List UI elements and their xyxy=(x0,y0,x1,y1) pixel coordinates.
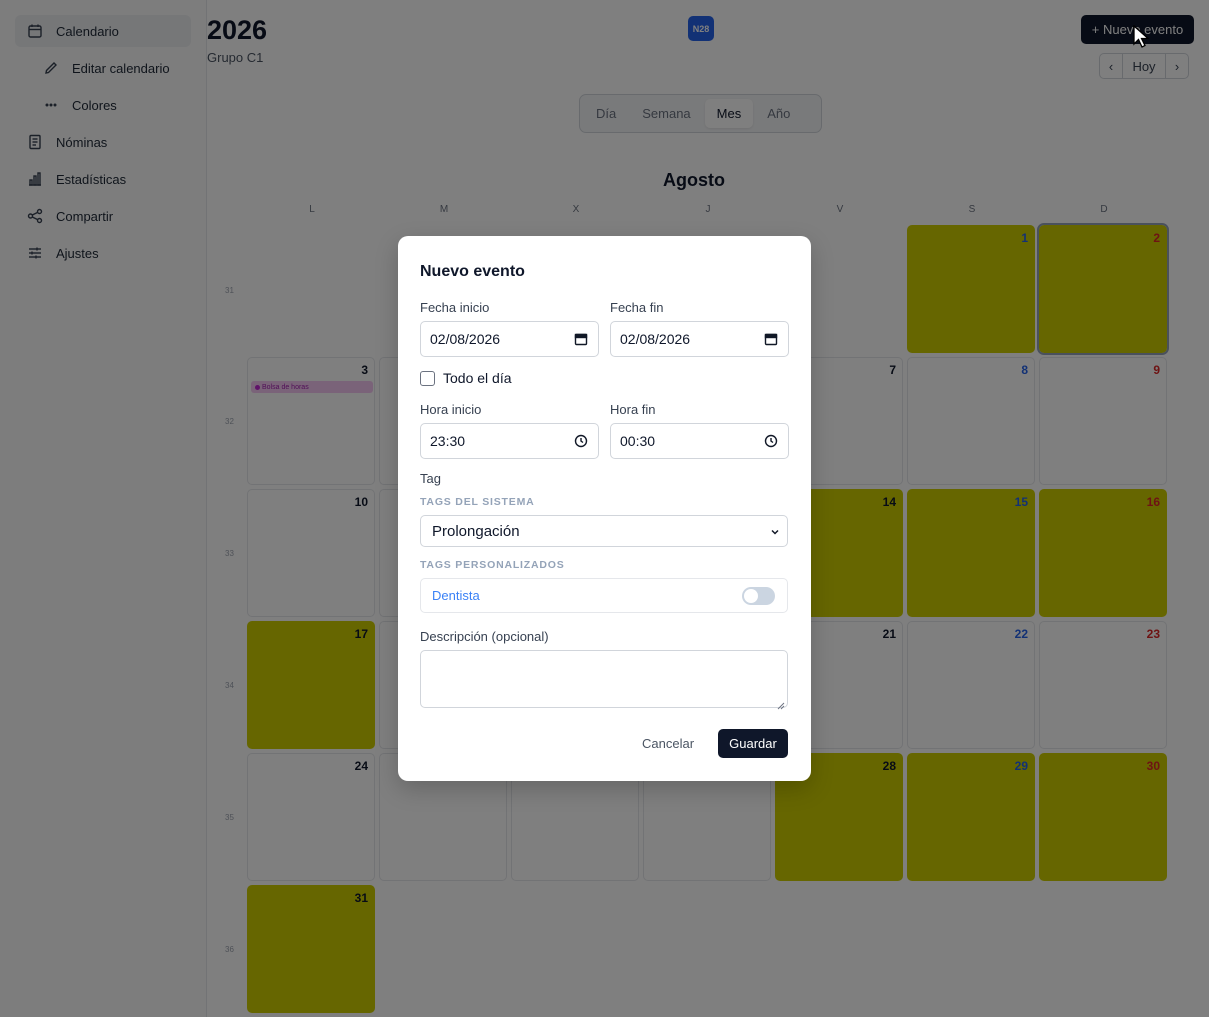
all-day-checkbox[interactable] xyxy=(420,371,435,386)
start-date-value: 02/08/2026 xyxy=(430,331,501,347)
system-tag-select[interactable]: Prolongación xyxy=(420,515,788,547)
custom-tags-heading: TAGS PERSONALIZADOS xyxy=(420,559,565,571)
resize-handle-icon[interactable] xyxy=(777,697,785,710)
end-time-label: Hora fin xyxy=(610,402,656,417)
start-time-field[interactable]: 23:30 xyxy=(420,423,599,459)
start-date-label: Fecha inicio xyxy=(420,300,490,315)
end-date-value: 02/08/2026 xyxy=(620,331,691,347)
clock-icon[interactable] xyxy=(764,434,778,448)
chevron-down-icon xyxy=(769,525,781,537)
end-date-label: Fecha fin xyxy=(610,300,664,315)
new-event-dialog: Nuevo evento Fecha inicio 02/08/2026 Fec… xyxy=(398,236,811,781)
tag-label: Tag xyxy=(420,471,441,486)
start-time-label: Hora inicio xyxy=(420,402,482,417)
end-time-field[interactable]: 00:30 xyxy=(610,423,789,459)
mouse-cursor-icon xyxy=(1133,25,1150,48)
start-time-value: 23:30 xyxy=(430,433,466,449)
description-label: Descripción (opcional) xyxy=(420,629,549,644)
start-date-field[interactable]: 02/08/2026 xyxy=(420,321,599,357)
clock-icon[interactable] xyxy=(574,434,588,448)
end-time-value: 00:30 xyxy=(620,433,656,449)
system-tag-value: Prolongación xyxy=(432,522,520,540)
description-field[interactable] xyxy=(420,650,788,710)
custom-tag-label: Dentista xyxy=(432,588,480,603)
dialog-title: Nuevo evento xyxy=(420,263,525,280)
system-tags-heading: TAGS DEL SISTEMA xyxy=(420,496,535,508)
end-date-field[interactable]: 02/08/2026 xyxy=(610,321,789,357)
custom-tag-toggle[interactable] xyxy=(742,587,775,605)
calendar-icon[interactable] xyxy=(574,332,588,346)
all-day-label: Todo el día xyxy=(443,370,512,386)
custom-tag-row: Dentista xyxy=(420,578,788,613)
save-button[interactable]: Guardar xyxy=(718,729,788,758)
cancel-button[interactable]: Cancelar xyxy=(642,729,694,758)
calendar-icon[interactable] xyxy=(764,332,778,346)
